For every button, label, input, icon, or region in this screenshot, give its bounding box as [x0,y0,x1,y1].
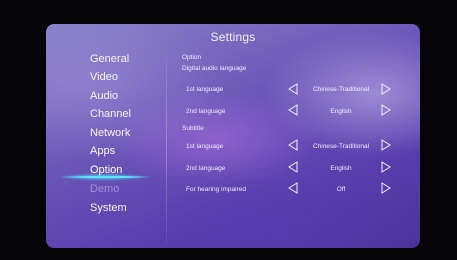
menu-item-apps[interactable]: Apps [90,145,115,157]
menu-item-option[interactable]: Option [90,164,122,176]
audio-2nd-language-label: 2nd language [186,108,226,115]
audio-1st-language-value: Chinese-Traditional [312,86,370,93]
triangle-right-icon[interactable] [381,139,391,151]
menu-item-system[interactable]: System [90,202,127,214]
menu-item-network[interactable]: Network [90,127,130,139]
menu-item-video[interactable]: Video [90,71,118,83]
menu-item-demo[interactable]: Demo [90,183,119,195]
hearing-impaired-label: For hearing impaired [186,186,246,193]
triangle-left-icon[interactable] [288,182,298,194]
menu-item-general[interactable]: General [90,53,129,65]
triangle-right-icon[interactable] [381,182,391,194]
triangle-left-icon[interactable] [288,139,298,151]
subtitle-2nd-language-value: English [330,165,352,172]
subtitle-1st-language-label: 1st language [186,143,224,150]
menu-item-channel[interactable]: Channel [90,108,131,120]
triangle-right-icon[interactable] [381,83,391,95]
triangle-left-icon[interactable] [288,104,298,116]
hearing-impaired-value: Off [336,186,346,193]
audio-1st-language-label: 1st language [186,86,224,93]
triangle-right-icon[interactable] [381,104,391,116]
menu-item-audio[interactable]: Audio [90,90,118,102]
audio-2nd-language-value: English [330,108,352,115]
audio-group-label: Digital audio language [182,65,247,72]
section-title: Option [182,54,202,61]
selection-indicator [60,176,152,178]
subtitle-2nd-language-label: 2nd language [186,165,226,172]
subtitle-1st-language-value: Chinese-Traditional [312,143,370,150]
settings-panel: Settings General Video Audio Channel Net… [46,24,420,248]
triangle-left-icon[interactable] [288,83,298,95]
triangle-right-icon[interactable] [381,161,391,173]
triangle-left-icon[interactable] [288,161,298,173]
settings-title: Settings [210,30,256,44]
subtitle-group-label: Subtitle [182,125,204,132]
menu-divider [166,51,167,246]
